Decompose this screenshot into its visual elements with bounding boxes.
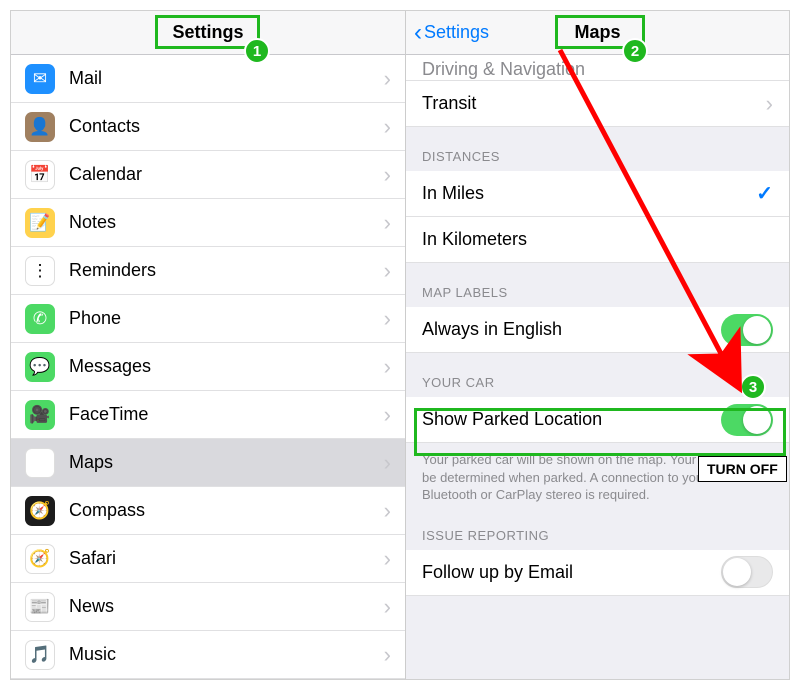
row-label: Reminders	[69, 260, 384, 281]
reminders-icon: ⋮	[25, 256, 55, 286]
messages-icon: 💬	[25, 352, 55, 382]
mail-icon: ✉	[25, 64, 55, 94]
row-label: Maps	[69, 452, 384, 473]
settings-row-music[interactable]: 🎵 Music›	[11, 631, 405, 679]
chevron-right-icon: ›	[384, 450, 391, 476]
phone-icon: ✆	[25, 304, 55, 334]
news-icon: 📰	[25, 592, 55, 622]
settings-row-messages[interactable]: 💬 Messages›	[11, 343, 405, 391]
row-label: Notes	[69, 212, 384, 233]
music-icon: 🎵	[25, 640, 55, 670]
settings-row-maps[interactable]: 🗺 Maps›	[11, 439, 405, 487]
safari-icon: 🧭	[25, 544, 55, 574]
settings-row-notes[interactable]: 📝 Notes›	[11, 199, 405, 247]
toggle-show-parked-location[interactable]	[721, 404, 773, 436]
settings-row-contacts[interactable]: 👤 Contacts›	[11, 103, 405, 151]
chevron-right-icon: ›	[384, 66, 391, 92]
facetime-icon: 🎥	[25, 400, 55, 430]
chevron-left-icon: ‹	[414, 21, 422, 45]
row-always-english[interactable]: Always in English	[406, 307, 789, 353]
chevron-right-icon: ›	[384, 546, 391, 572]
section-your-car: YOUR CAR	[406, 353, 789, 397]
chevron-right-icon: ›	[384, 258, 391, 284]
toggle-follow-up-email[interactable]	[721, 556, 773, 588]
settings-row-reminders[interactable]: ⋮ Reminders›	[11, 247, 405, 295]
row-label: Music	[69, 644, 384, 665]
chevron-right-icon: ›	[384, 114, 391, 140]
settings-row-phone[interactable]: ✆ Phone›	[11, 295, 405, 343]
contacts-icon: 👤	[25, 112, 55, 142]
row-label: Calendar	[69, 164, 384, 185]
row-follow-up-email[interactable]: Follow up by Email	[406, 550, 789, 596]
row-label: Phone	[69, 308, 384, 329]
section-distances: DISTANCES	[406, 127, 789, 171]
row-driving-navigation[interactable]: Driving & Navigation	[406, 55, 789, 81]
parked-footer-text: Your parked car will be shown on the map…	[406, 443, 789, 518]
notes-icon: 📝	[25, 208, 55, 238]
settings-row-compass[interactable]: 🧭 Compass›	[11, 487, 405, 535]
calendar-icon: 📅	[25, 160, 55, 190]
section-issue-reporting: ISSUE REPORTING	[406, 518, 789, 550]
maps-title: Maps	[574, 22, 620, 43]
row-label: News	[69, 596, 384, 617]
row-show-parked-location[interactable]: Show Parked Location	[406, 397, 789, 443]
compass-icon: 🧭	[25, 496, 55, 526]
chevron-right-icon: ›	[384, 162, 391, 188]
maps-icon: 🗺	[25, 448, 55, 478]
toggle-always-english[interactable]	[721, 314, 773, 346]
chevron-right-icon: ›	[384, 498, 391, 524]
settings-row-news[interactable]: 📰 News›	[11, 583, 405, 631]
chevron-right-icon: ›	[384, 642, 391, 668]
back-label: Settings	[424, 22, 489, 43]
chevron-right-icon: ›	[384, 354, 391, 380]
chevron-right-icon: ›	[766, 91, 773, 117]
row-label: Compass	[69, 500, 384, 521]
row-label: Messages	[69, 356, 384, 377]
row-label: Safari	[69, 548, 384, 569]
settings-pane: Settings ✉Mail›👤Contacts›📅Calendar›📝Note…	[11, 11, 406, 679]
settings-row-mail[interactable]: ✉ Mail›	[11, 55, 405, 103]
row-label: Contacts	[69, 116, 384, 137]
settings-header: Settings	[11, 11, 405, 55]
settings-title: Settings	[172, 22, 243, 43]
section-map-labels: MAP LABELS	[406, 263, 789, 307]
maps-header: ‹ Settings Maps	[406, 11, 789, 55]
maps-pane: ‹ Settings Maps Driving & Navigation Tra…	[406, 11, 789, 679]
settings-list: ✉Mail›👤Contacts›📅Calendar›📝Notes›⋮Remind…	[11, 55, 405, 679]
row-label: Mail	[69, 68, 384, 89]
settings-row-calendar[interactable]: 📅 Calendar›	[11, 151, 405, 199]
chevron-right-icon: ›	[384, 402, 391, 428]
settings-row-facetime[interactable]: 🎥 FaceTime›	[11, 391, 405, 439]
row-transit[interactable]: Transit ›	[406, 81, 789, 127]
checkmark-icon: ✓	[756, 181, 773, 206]
row-in-kilometers[interactable]: In Kilometers	[406, 217, 789, 263]
settings-row-safari[interactable]: 🧭 Safari›	[11, 535, 405, 583]
back-button[interactable]: ‹ Settings	[414, 21, 489, 45]
chevron-right-icon: ›	[384, 210, 391, 236]
row-in-miles[interactable]: In Miles ✓	[406, 171, 789, 217]
chevron-right-icon: ›	[384, 306, 391, 332]
row-label: FaceTime	[69, 404, 384, 425]
chevron-right-icon: ›	[384, 594, 391, 620]
